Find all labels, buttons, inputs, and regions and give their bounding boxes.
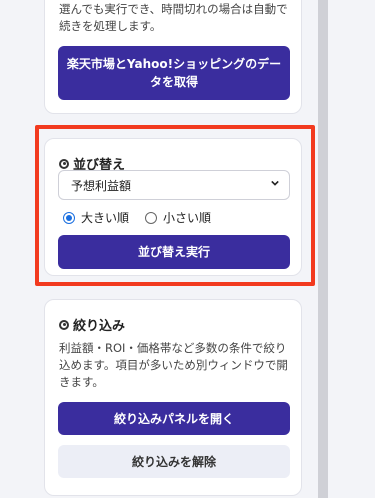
clear-filter-button[interactable]: 絞り込みを解除 — [58, 445, 290, 478]
highlight-box — [35, 125, 315, 286]
filter-title-text: 絞り込み — [73, 319, 126, 334]
filter-card: 絞り込み 利益額・ROI・価格帯など多数の条件で絞り込めます。項目が多いため別ウ… — [44, 299, 302, 496]
filter-title: 絞り込み — [59, 315, 125, 334]
fetch-description: 選んでも実行でき、時間切れの場合は自動で続きを処理します。 — [59, 2, 288, 33]
open-filter-panel-button[interactable]: 絞り込みパネルを開く — [58, 402, 290, 435]
scrollbar-track[interactable] — [318, 0, 328, 498]
fetch-card: 選んでも実行でき、時間切れの場合は自動で続きを処理します。 楽天市場とYahoo… — [44, 0, 302, 114]
filter-description: 利益額・ROI・価格帯など多数の条件で絞り込めます。項目が多いため別ウィンドウで… — [59, 341, 288, 389]
fetch-data-button[interactable]: 楽天市場とYahoo!ショッピングのデータを取得 — [58, 46, 290, 100]
target-icon — [59, 319, 69, 330]
